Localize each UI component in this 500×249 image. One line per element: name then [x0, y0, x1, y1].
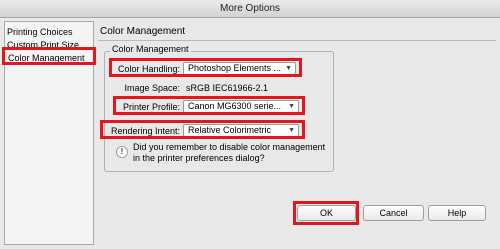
- printer-profile-value: Canon MG6300 serie...: [188, 101, 282, 111]
- printer-profile-label: Printer Profile:: [122, 102, 180, 112]
- chevron-down-icon: ▼: [288, 127, 295, 134]
- pane-divider: [98, 40, 496, 41]
- info-text: Did you remember to disable color manage…: [133, 142, 326, 163]
- printer-profile-select[interactable]: Canon MG6300 serie... ▼: [183, 100, 299, 113]
- sidebar-item-label: Printing Choices: [7, 27, 73, 37]
- group-title: Color Management: [110, 44, 191, 54]
- window-title: More Options: [219, 3, 281, 14]
- color-handling-value: Photoshop Elements ...: [188, 63, 282, 73]
- sidebar: Printing Choices Custom Print Size Color…: [4, 21, 94, 245]
- help-button[interactable]: Help: [428, 205, 486, 221]
- info-icon: !: [116, 146, 128, 158]
- color-handling-label: Color Handling:: [117, 64, 180, 74]
- title-bar: More Options: [0, 0, 500, 18]
- image-space-label: Image Space:: [124, 83, 180, 93]
- sidebar-item-color-management[interactable]: Color Management: [6, 52, 92, 64]
- ok-button[interactable]: OK: [297, 205, 356, 221]
- image-space-value: sRGB IEC61966-2.1: [186, 83, 269, 93]
- chevron-down-icon: ▼: [288, 103, 295, 110]
- sidebar-item-label: Custom Print Size: [7, 40, 80, 50]
- cancel-button[interactable]: Cancel: [363, 205, 424, 221]
- chevron-down-icon: ▼: [285, 65, 292, 72]
- color-handling-select[interactable]: Photoshop Elements ... ▼: [183, 62, 296, 75]
- sidebar-item-label: Color Management: [8, 53, 85, 63]
- sidebar-item-custom-print-size[interactable]: Custom Print Size: [7, 39, 79, 51]
- rendering-intent-label: Rendering Intent:: [110, 126, 180, 136]
- rendering-intent-value: Relative Colorimetric: [188, 125, 272, 135]
- rendering-intent-select[interactable]: Relative Colorimetric ▼: [183, 124, 299, 137]
- pane-title: Color Management: [100, 26, 186, 37]
- sidebar-item-printing-choices[interactable]: Printing Choices: [7, 26, 73, 38]
